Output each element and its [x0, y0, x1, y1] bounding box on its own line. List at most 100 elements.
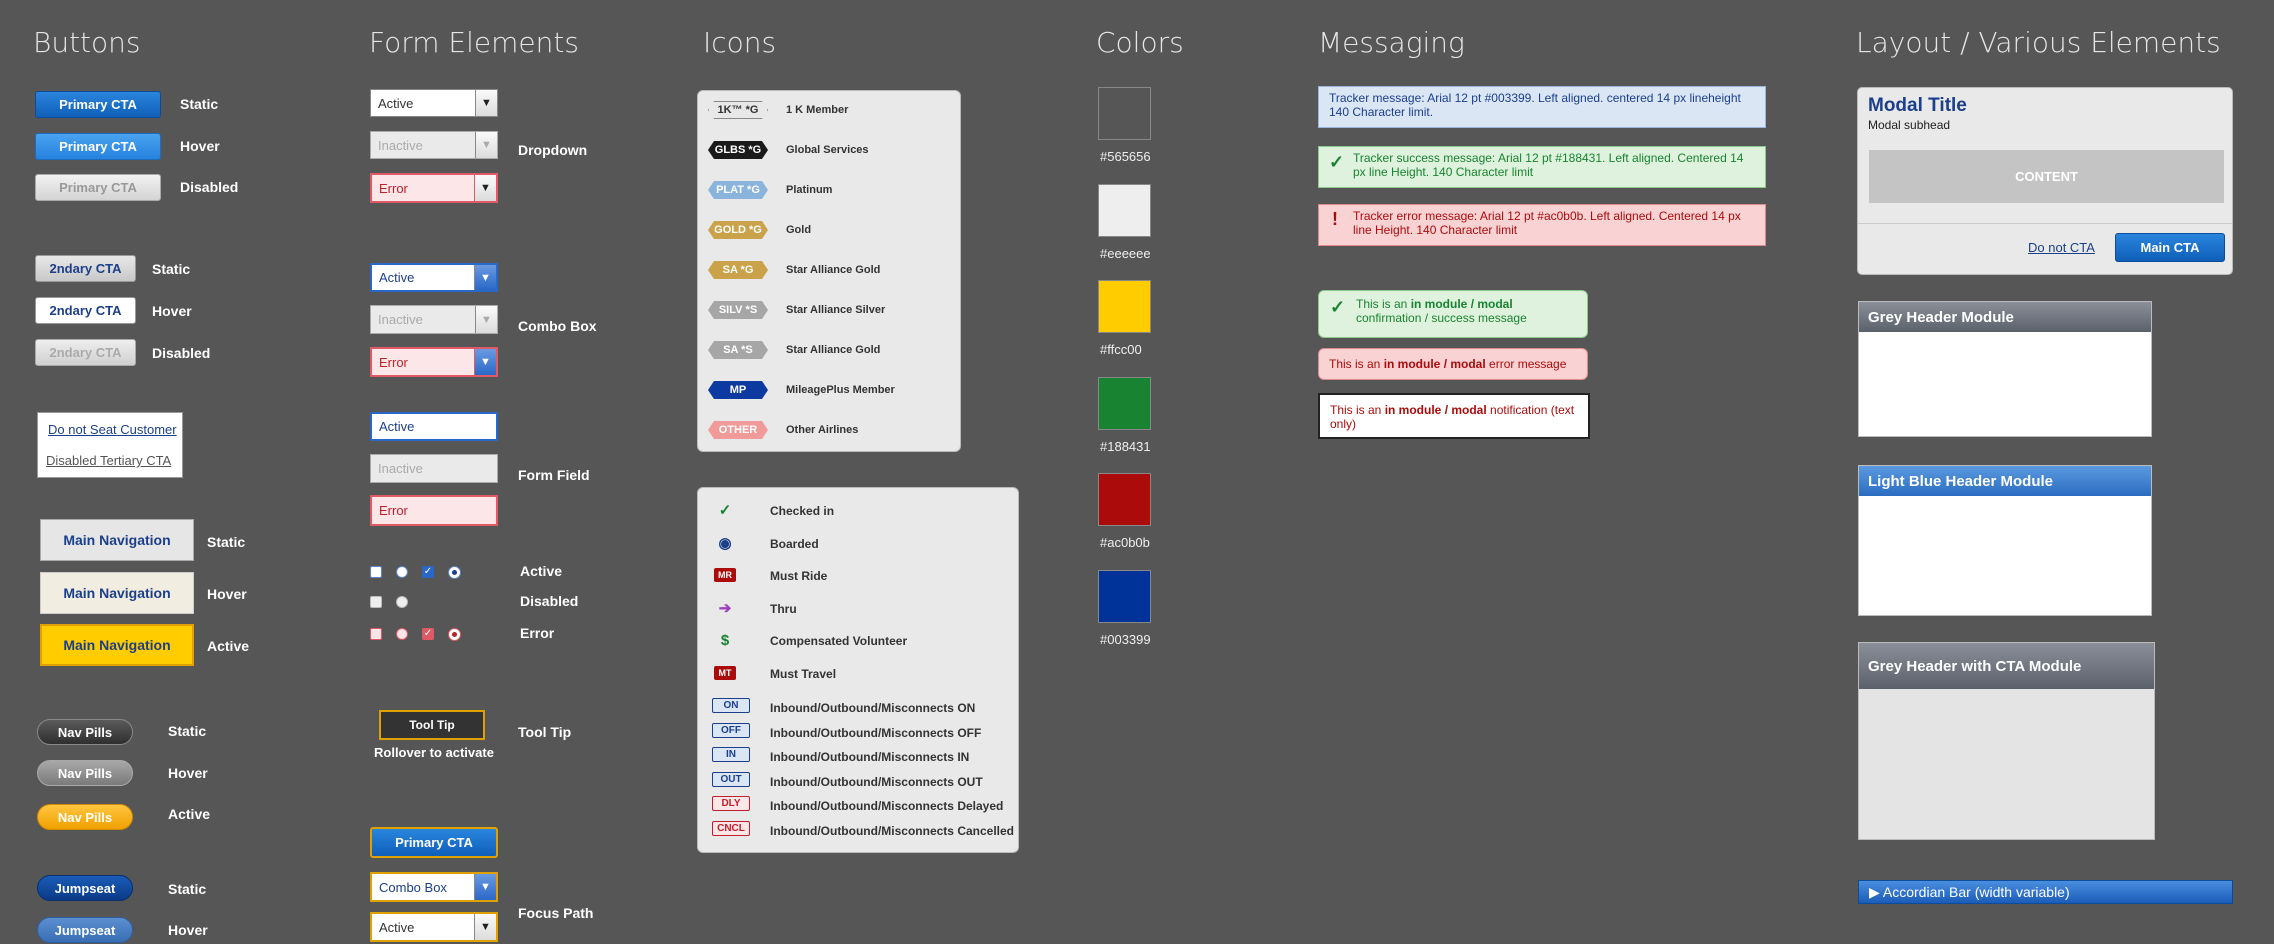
checkbox-checked-icon[interactable]: ✓ [422, 566, 434, 578]
checkbox-error-label: Error [520, 625, 555, 641]
dropdown-error[interactable]: Error ▼ [370, 173, 498, 203]
radio-selected[interactable] [448, 566, 461, 579]
tracker-error-message: ! Tracker error message: Arial 12 pt #ac… [1318, 204, 1766, 246]
accordion-bar[interactable]: ▶ Accordian Bar (width variable) [1858, 880, 2233, 904]
checkbox-active[interactable] [370, 566, 382, 578]
modal-main-cta[interactable]: Main CTA [2115, 233, 2225, 262]
msg-text: This is an [1329, 357, 1384, 371]
dropdown-inactive[interactable]: Inactive ▼ [370, 131, 498, 159]
module-success-message: ✓ This is an in module / modal confirmat… [1318, 290, 1588, 338]
status-label: Inbound/Outbound/Misconnects IN [770, 750, 970, 764]
color-hex-label: #eeeeee [1100, 245, 1151, 261]
modal-content: CONTENT [1869, 150, 2224, 203]
combo-box-error[interactable]: Error ▼ [370, 347, 498, 377]
tertiary-cta-box: Do not Seat Customer Disabled Tertiary C… [37, 412, 183, 478]
radio-active[interactable] [396, 566, 408, 578]
tooltip-hint: Rollover to activate [374, 745, 494, 760]
nav-pill-static[interactable]: Nav Pills [37, 719, 133, 745]
status-icon-row: IN Inbound/Outbound/Misconnects IN [698, 747, 1018, 769]
member-icon-row: OTHER Other Airlines [698, 421, 960, 443]
combo-box-inactive[interactable]: Inactive ▼ [370, 305, 498, 334]
status-label: Must Travel [770, 666, 837, 681]
state-label: Static [180, 96, 219, 112]
form-field-error[interactable]: Error [370, 495, 498, 526]
member-icon-row: SA *S Star Alliance Gold [698, 341, 960, 363]
modal-title: Modal Title [1868, 95, 1967, 116]
checkbox-error[interactable] [370, 628, 382, 640]
status-icons-panel: ✓ Checked in ◉ Boarded MR Must Ride ➔ Thru $ Comp… [697, 487, 1019, 853]
nav-pill-active[interactable]: Nav Pills [37, 804, 133, 830]
member-tier-icon: 1K™ *G [708, 101, 768, 119]
status-label: Inbound/Outbound/Misconnects Delayed [770, 799, 1004, 813]
on-icon: ON [712, 698, 750, 713]
state-label: Active [207, 638, 250, 654]
secondary-cta-static[interactable]: 2ndary CTA [35, 255, 136, 282]
tooltip[interactable]: Tool Tip [379, 710, 485, 740]
dropdown-active[interactable]: Active ▼ [370, 89, 498, 117]
module-header: Grey Header with CTA Module [1859, 643, 2154, 689]
tertiary-cta-disabled[interactable]: Disabled Tertiary CTA [46, 453, 171, 468]
focus-primary-cta[interactable]: Primary CTA [370, 827, 498, 858]
status-icon-row: MT Must Travel [698, 664, 1018, 686]
focus-dropdown[interactable]: Active ▼ [370, 912, 498, 942]
color-hex-label: #ffcc00 [1100, 342, 1142, 357]
check-icon: ✓ [718, 502, 732, 519]
status-label: Inbound/Outbound/Misconnects OUT [770, 774, 983, 789]
thru-icon: ➔ [718, 599, 732, 617]
combo-box-active[interactable]: Active ▼ [370, 263, 498, 292]
tracker-success-message: ✓ Tracker success message: Arial 12 pt #… [1318, 146, 1766, 188]
combo-value: Inactive [378, 312, 423, 327]
nav-pill-hover[interactable]: Nav Pills [37, 760, 133, 786]
focus-combo-box[interactable]: Combo Box ▼ [370, 872, 498, 902]
checkbox-disabled[interactable] [370, 596, 382, 608]
msg-bold: in module / modal [1410, 297, 1513, 311]
chevron-down-icon: ▼ [474, 265, 496, 290]
main-nav-static[interactable]: Main Navigation [40, 519, 194, 561]
radio-error-selected[interactable] [448, 628, 461, 641]
light-blue-header-module: Light Blue Header Module [1858, 465, 2152, 616]
dropdown-value: Active [378, 95, 414, 111]
secondary-cta-hover[interactable]: 2ndary CTA [35, 297, 136, 324]
status-label: Must Ride [770, 569, 828, 583]
color-hex-label: #188431 [1100, 438, 1151, 454]
module-header: Grey Header Module [1859, 302, 2151, 332]
member-icon-row: MP MileagePlus Member [698, 381, 960, 403]
state-label: Hover [180, 138, 220, 154]
jumpseat-hover[interactable]: Jumpseat [37, 917, 133, 943]
tracker-message: Tracker message: Arial 12 pt #003399. Le… [1318, 86, 1766, 128]
primary-cta-disabled[interactable]: Primary CTA [35, 174, 161, 201]
member-tier-label: 1 K Member [786, 104, 849, 116]
member-icon-row: 1K™ *G 1 K Member [698, 101, 960, 123]
modal-subhead: Modal subhead [1868, 118, 1951, 132]
checkbox-error-checked-icon[interactable]: ✓ [422, 628, 434, 640]
grey-header-module: Grey Header Module [1858, 301, 2152, 437]
modal-tertiary-link[interactable]: Do not CTA [2028, 240, 2095, 255]
check-icon: ✓ [1329, 152, 1345, 172]
main-nav-active[interactable]: Main Navigation [40, 624, 194, 666]
state-label: Hover [207, 586, 247, 602]
state-label: Hover [168, 922, 208, 938]
combo-box-label: Combo Box [518, 318, 597, 334]
member-tier-icon: SILV *S [708, 301, 768, 319]
tooltip-label: Tool Tip [518, 724, 572, 740]
alert-icon: ! [1332, 209, 1338, 229]
grey-header-cta-module: Grey Header with CTA Module [1858, 642, 2155, 840]
check-icon: ✓ [1330, 297, 1346, 317]
jumpseat-static[interactable]: Jumpseat [37, 875, 133, 901]
heading-form-elements: Form Elements [369, 26, 579, 59]
secondary-cta-disabled[interactable]: 2ndary CTA [35, 339, 136, 366]
member-icon-row: GLBS *G Global Services [698, 141, 960, 163]
main-nav-hover[interactable]: Main Navigation [40, 572, 194, 614]
radio-disabled[interactable] [396, 596, 408, 608]
primary-cta-static[interactable]: Primary CTA [35, 91, 161, 118]
heading-colors: Colors [1096, 26, 1184, 59]
status-label: Boarded [770, 536, 819, 551]
chevron-down-icon: ▼ [474, 914, 496, 940]
tracker-error-text: Tracker error message: Arial 12 pt #ac0b… [1353, 209, 1741, 237]
tertiary-cta-link[interactable]: Do not Seat Customer [48, 422, 177, 437]
form-field-inactive[interactable]: Inactive [370, 454, 498, 483]
form-field-active[interactable]: Active [370, 412, 498, 441]
radio-error[interactable] [396, 628, 408, 640]
color-swatch [1098, 280, 1151, 333]
primary-cta-hover[interactable]: Primary CTA [35, 133, 161, 160]
